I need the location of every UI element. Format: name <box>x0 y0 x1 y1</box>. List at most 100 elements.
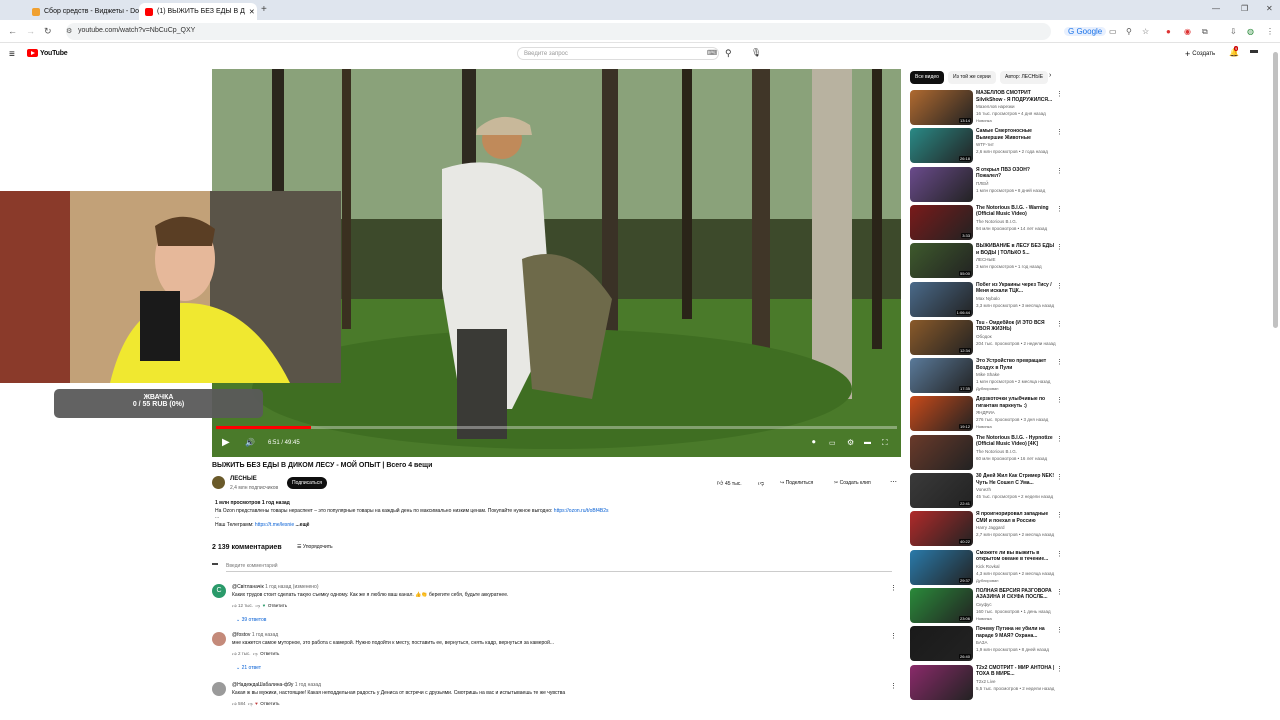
comment-menu-icon[interactable]: ⋮ <box>890 584 897 592</box>
video-channel[interactable]: Max Nybalo <box>976 296 1000 301</box>
video-thumbnail[interactable]: 22:41 <box>910 473 973 508</box>
chevron-right-icon[interactable]: › <box>1046 71 1054 84</box>
zoom-icon[interactable]: ⚲ <box>1126 27 1132 36</box>
chip-same-series[interactable]: Из той же серии <box>948 71 996 84</box>
minimize-icon[interactable]: — <box>1212 4 1220 13</box>
channel-avatar[interactable] <box>212 476 225 489</box>
site-info-icon[interactable]: ⚙ <box>66 27 72 35</box>
video-channel[interactable]: Kick Rovkal <box>976 564 1000 569</box>
video-channel[interactable]: Скуфус <box>976 602 992 607</box>
video-menu-icon[interactable]: ⋮ <box>1056 320 1063 328</box>
search-input[interactable]: Введите запрос <box>517 47 719 60</box>
dislike-icon[interactable]: 👎︎ <box>253 651 258 656</box>
window-close-icon[interactable]: ✕ <box>1266 4 1273 13</box>
sidebar-video-item[interactable]: 40:22 Я проигнорировал западные СМИ и пое… <box>910 511 1063 547</box>
video-menu-icon[interactable]: ⋮ <box>1056 167 1063 175</box>
reply-button[interactable]: Ответить <box>268 603 287 608</box>
play-icon[interactable]: ▶ <box>222 437 230 448</box>
video-title[interactable]: ВЫЖИВАНИЕ в ЛЕСУ БЕЗ ЕДЫ и ВОДЫ | ТОЛЬКО… <box>976 243 1056 256</box>
sidebar-video-item[interactable]: 12:34 Tsu - Омдебйок (И ЭТО ВСЯ ТВОЯ ЖИЗН… <box>910 319 1063 356</box>
close-icon[interactable]: ✕ <box>249 8 255 16</box>
forward-icon[interactable]: → <box>26 26 35 36</box>
video-title[interactable]: Я проигнорировал западные СМИ и поехал в… <box>976 511 1056 524</box>
video-title[interactable]: T2x2 СМОТРИТ - МИР АНТОНА | ТОХА В МИРЕ.… <box>976 665 1056 678</box>
show-more-link[interactable]: ...ещё <box>296 522 310 528</box>
sidebar-video-item[interactable]: 1:06:44 Побег из Украины через Тису / Мен… <box>910 281 1063 318</box>
sidebar-video-item[interactable]: The Notorious B.I.G. - Hypnotize (Offici… <box>910 434 1063 471</box>
sidebar-video-item[interactable]: 55:00 ВЫЖИВАНИЕ в ЛЕСУ БЕЗ ЕДЫ и ВОДЫ | Т… <box>910 243 1063 279</box>
video-menu-icon[interactable]: ⋮ <box>1056 358 1063 366</box>
like-icon[interactable]: 👍︎ <box>232 651 237 656</box>
keyboard-icon[interactable]: ⌨ <box>707 49 717 57</box>
search-icon[interactable]: ⚲ <box>725 48 732 59</box>
menu-hamburger-icon[interactable]: ≡ <box>9 49 15 60</box>
video-channel[interactable]: ПЛЕЙ <box>976 181 988 186</box>
comment-menu-icon[interactable]: ⋮ <box>890 682 897 690</box>
video-thumbnail[interactable]: 1:06:44 <box>910 281 973 317</box>
video-menu-icon[interactable]: ⋮ <box>1056 205 1063 213</box>
youtube-logo[interactable]: YouTube <box>27 49 68 57</box>
comment-author[interactable]: @НадеждаШабалина-ф9у <box>232 682 293 688</box>
video-thumbnail[interactable]: 55:00 <box>910 243 973 279</box>
video-title[interactable]: Я открыл ПВЗ ОЗОН? Пожалел? <box>976 167 1056 180</box>
video-thumbnail[interactable]: 3:33 <box>910 204 973 240</box>
theater-mode-icon[interactable]: ▬ <box>864 439 871 446</box>
sidebar-video-item[interactable]: 3:33 The Notorious B.I.G. - Warning (Offi… <box>910 204 1063 241</box>
video-title[interactable]: Сможете ли вы выжить в открытом океане в… <box>976 550 1056 563</box>
autoplay-toggle[interactable]: ⏺ <box>812 439 816 447</box>
sidebar-video-item[interactable]: 19:12 Дерзкоточки улыбчивые по гигантам п… <box>910 396 1063 432</box>
video-menu-icon[interactable]: ⋮ <box>1056 473 1063 481</box>
sidebar-video-item[interactable]: 13:14 МАЗЕЛЛОВ СМОТРИТ SilvikShow - Я ПОД… <box>910 90 1063 126</box>
video-thumbnail[interactable]: 13:14 <box>910 90 973 125</box>
video-title[interactable]: Дерзкоточки улыбчивые по гигантам паркну… <box>976 396 1056 409</box>
subtitles-icon[interactable]: ▭ <box>829 439 836 447</box>
video-menu-icon[interactable]: ⋮ <box>1056 588 1063 596</box>
sidebar-video-item[interactable]: T2x2 СМОТРИТ - МИР АНТОНА | ТОХА В МИРЕ.… <box>910 664 1063 701</box>
video-menu-icon[interactable]: ⋮ <box>1056 90 1063 98</box>
video-channel[interactable]: WTF-тит <box>976 142 994 147</box>
video-thumbnail[interactable]: 26:18 <box>910 128 973 164</box>
dislike-icon[interactable]: 👎︎ <box>248 701 253 706</box>
comment-author[interactable]: @fostov <box>232 632 250 638</box>
video-channel[interactable]: Мазеллов нарезки <box>976 104 1015 109</box>
comment-menu-icon[interactable]: ⋮ <box>890 632 897 640</box>
sidebar-video-item[interactable]: 23:06 ПОЛНАЯ ВЕРСИЯ РАЗГОВОРА АЗАЗИНА И С… <box>910 587 1063 624</box>
like-icon[interactable]: 👍︎ <box>232 701 237 706</box>
video-title[interactable]: МАЗЕЛЛОВ СМОТРИТ SilvikShow - Я ПОДРУЖИЛ… <box>976 90 1056 103</box>
video-channel[interactable]: The Notorious B.I.G. <box>976 449 1017 454</box>
comment-avatar[interactable] <box>212 682 226 696</box>
video-menu-icon[interactable]: ⋮ <box>1056 435 1063 443</box>
video-menu-icon[interactable]: ⋮ <box>1056 511 1063 519</box>
create-button[interactable]: + Создать <box>1185 49 1215 59</box>
reply-button[interactable]: Ответить <box>260 651 279 656</box>
video-thumbnail[interactable]: 29:37 <box>910 549 973 585</box>
video-menu-icon[interactable]: ⋮ <box>1056 128 1063 136</box>
video-thumbnail[interactable]: 12:34 <box>910 319 973 355</box>
video-thumbnail[interactable]: 17:35 <box>910 358 973 394</box>
browser-menu-icon[interactable]: ⋮ <box>1266 27 1274 36</box>
video-thumbnail[interactable] <box>910 664 973 700</box>
sidebar-video-item[interactable]: Я открыл ПВЗ ОЗОН? Пожалел? ПЛЕЙ 1 млн про… <box>910 166 1063 203</box>
video-thumbnail[interactable] <box>910 434 973 470</box>
settings-gear-icon[interactable]: ⚙ <box>847 438 854 447</box>
video-menu-icon[interactable]: ⋮ <box>1056 396 1063 404</box>
bookmark-star-icon[interactable]: ☆ <box>1142 27 1149 36</box>
comment-avatar[interactable] <box>212 632 226 646</box>
google-lens-button[interactable]: G Google <box>1064 27 1107 36</box>
browser-tab-youtube[interactable]: (1) ВЫЖИТЬ БЕЗ ЕДЫ В Д ✕ <box>139 3 257 20</box>
sidebar-video-item[interactable]: 26:18 Самые Смертоносные Вымершие Животны… <box>910 128 1063 164</box>
address-bar[interactable] <box>66 23 1051 40</box>
telegram-link[interactable]: https://t.me/lesnie <box>255 522 294 528</box>
video-title[interactable]: The Notorious B.I.G. - Hypnotize (Offici… <box>976 435 1056 448</box>
reply-button[interactable]: Ответить <box>260 701 279 706</box>
replies-toggle[interactable]: ⌄ 21 ответ <box>236 665 261 671</box>
video-channel[interactable]: Ободок <box>976 334 992 339</box>
sidebar-video-item[interactable]: 17:35 Это Устройство превращает Воздух в … <box>910 358 1063 394</box>
chip-author[interactable]: Автор: ЛЕСНЫЕ <box>1000 71 1049 84</box>
replies-toggle[interactable]: ⌄ 39 ответов <box>236 617 266 623</box>
video-title[interactable]: Это Устройство превращает Воздух в Пули <box>976 358 1056 371</box>
video-channel[interactable]: БАЗА <box>976 640 988 645</box>
video-title[interactable]: Самые Смертоносные Вымершие Животные <box>976 128 1056 141</box>
video-menu-icon[interactable]: ⋮ <box>1056 243 1063 251</box>
new-tab-icon[interactable]: + <box>261 4 267 15</box>
